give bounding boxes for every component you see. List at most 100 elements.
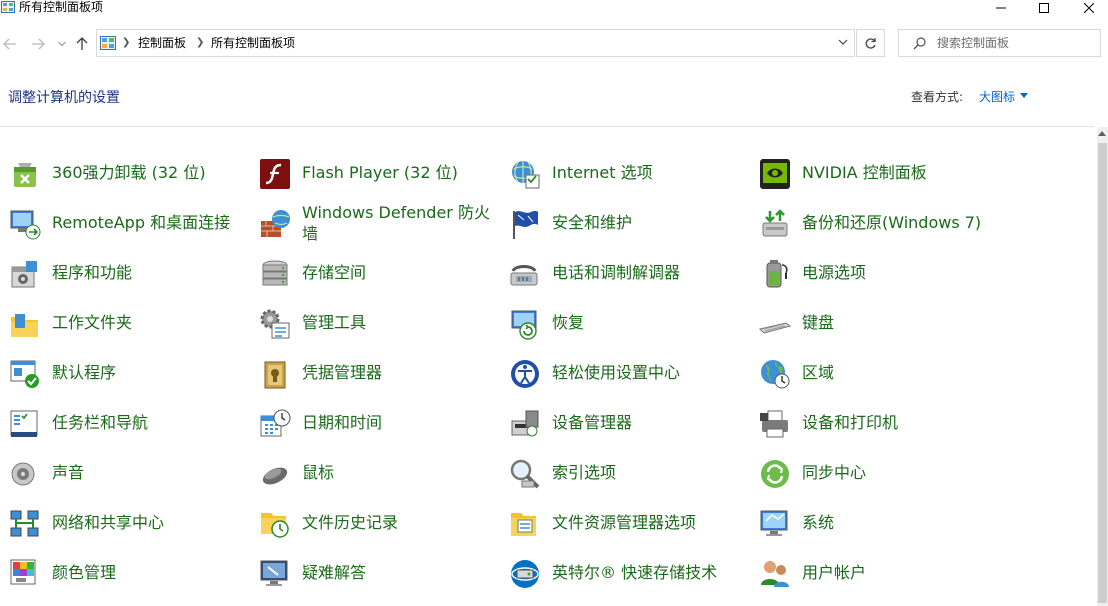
breadcrumb-separator-icon[interactable]: ❯ xyxy=(122,37,130,48)
minimize-button[interactable] xyxy=(978,0,1024,16)
control-panel-item[interactable]: 疑难解答 xyxy=(250,548,490,596)
file-history-icon xyxy=(261,513,289,538)
control-panel-icon xyxy=(1,1,15,13)
control-panel-item[interactable]: 声音 xyxy=(0,448,240,496)
control-panel-item[interactable]: 文件历史记录 xyxy=(250,498,490,546)
control-panel-item[interactable]: 同步中心 xyxy=(750,448,990,496)
control-panel-item-label: 安全和维护 xyxy=(552,213,633,232)
recent-locations-button[interactable] xyxy=(52,34,72,54)
divider xyxy=(0,126,1094,127)
control-panel-item[interactable]: RemoteApp 和桌面连接 xyxy=(0,198,240,246)
security-flag-icon xyxy=(513,210,538,239)
sound-icon xyxy=(11,462,35,486)
sync-icon xyxy=(761,460,789,488)
control-panel-item[interactable]: 日期和时间 xyxy=(250,398,490,446)
control-panel-item-label: 设备管理器 xyxy=(552,413,633,432)
control-panel-item-label: 系统 xyxy=(802,513,835,532)
control-panel-item[interactable]: 设备和打印机 xyxy=(750,398,990,446)
control-panel-icon xyxy=(100,36,116,50)
phone-modem-icon xyxy=(510,265,538,286)
taskbar-icon xyxy=(10,410,38,437)
title-bar: 所有控制面板项 xyxy=(0,0,1108,18)
scroll-up-icon[interactable] xyxy=(1098,131,1106,136)
control-panel-item[interactable]: 凭据管理器 xyxy=(250,348,490,396)
vertical-scrollbar[interactable] xyxy=(1097,127,1108,606)
maximize-button[interactable] xyxy=(1021,0,1067,16)
search-box[interactable] xyxy=(898,29,1101,57)
control-panel-item-label: 日期和时间 xyxy=(302,413,383,432)
control-panel-item[interactable]: 默认程序 xyxy=(0,348,240,396)
refresh-button[interactable] xyxy=(856,29,885,57)
breadcrumb-all-items[interactable]: 所有控制面板项 xyxy=(211,36,295,51)
control-panel-item-label: 鼠标 xyxy=(302,463,335,482)
control-panel-item-label: 凭据管理器 xyxy=(302,363,383,382)
control-panel-item[interactable]: 安全和维护 xyxy=(500,198,740,246)
control-panel-item-label: 疑难解答 xyxy=(302,563,367,582)
control-panel-item[interactable]: 文件资源管理器选项 xyxy=(500,498,740,546)
control-panel-item[interactable]: 管理工具 xyxy=(250,298,490,346)
control-panel-item[interactable]: 任务栏和导航 xyxy=(0,398,240,446)
control-panel-item[interactable]: 360强力卸载 (32 位) xyxy=(0,148,240,196)
control-panel-item[interactable]: Flash Player (32 位) xyxy=(250,148,490,196)
search-input[interactable] xyxy=(937,34,1087,52)
control-panel-item[interactable]: 系统 xyxy=(750,498,990,546)
caret-down-icon[interactable] xyxy=(1020,93,1028,98)
control-panel-item-label: 设备和打印机 xyxy=(802,413,899,432)
control-panel-item[interactable]: 恢复 xyxy=(500,298,740,346)
control-panel-item-label: 同步中心 xyxy=(802,463,867,482)
control-panel-item[interactable]: 程序和功能 xyxy=(0,248,240,296)
control-panel-item[interactable]: 网络和共享中心 xyxy=(0,498,240,546)
control-panel-item[interactable]: 轻松使用设置中心 xyxy=(500,348,740,396)
system-icon xyxy=(760,510,788,536)
address-bar[interactable]: ❯ 控制面板 ❯ 所有控制面板项 xyxy=(96,29,855,57)
close-button[interactable] xyxy=(1066,0,1108,16)
chevron-down-icon[interactable] xyxy=(838,38,848,46)
breadcrumb-separator-icon[interactable]: ❯ xyxy=(196,37,204,48)
control-panel-item[interactable]: 鼠标 xyxy=(250,448,490,496)
explorer-options-icon xyxy=(511,513,536,536)
breadcrumb-control-panel[interactable]: 控制面板 xyxy=(138,36,186,51)
control-panel-item-label: 文件资源管理器选项 xyxy=(552,513,697,532)
back-arrow-icon xyxy=(3,38,16,50)
forward-button[interactable] xyxy=(28,34,48,54)
scroll-thumb[interactable] xyxy=(1098,143,1107,603)
flash-icon xyxy=(260,159,290,189)
control-panel-item-label: 360强力卸载 (32 位) xyxy=(52,163,206,182)
backup-icon xyxy=(762,209,788,237)
search-icon xyxy=(913,37,926,50)
control-panel-item[interactable]: 区域 xyxy=(750,348,990,396)
control-panel-item[interactable]: 用户帐户 xyxy=(750,548,990,596)
up-button[interactable] xyxy=(72,34,92,54)
control-panel-item[interactable]: 电源选项 xyxy=(750,248,990,296)
admin-tools-icon xyxy=(260,309,290,339)
control-panel-item[interactable]: 工作文件夹 xyxy=(0,298,240,346)
control-panel-item[interactable]: 索引选项 xyxy=(500,448,740,496)
refresh-icon xyxy=(865,37,876,49)
control-panel-item[interactable]: NVIDIA 控制面板 xyxy=(750,148,990,196)
control-panel-item[interactable]: 键盘 xyxy=(750,298,990,346)
view-by-label: 查看方式: xyxy=(911,90,964,104)
control-panel-item[interactable]: 英特尔® 快速存储技术 xyxy=(500,548,740,596)
internet-options-icon xyxy=(512,161,540,189)
control-panel-item-label: Internet 选项 xyxy=(552,163,653,182)
control-panel-item[interactable]: 颜色管理 xyxy=(0,548,240,596)
control-panel-item[interactable]: 存储空间 xyxy=(250,248,490,296)
forward-arrow-icon xyxy=(32,38,45,50)
control-panel-item-label: 轻松使用设置中心 xyxy=(552,363,681,382)
control-panel-item[interactable]: 电话和调制解调器 xyxy=(500,248,740,296)
uninstall-icon xyxy=(14,163,36,187)
control-panel-item[interactable]: Internet 选项 xyxy=(500,148,740,196)
back-button[interactable] xyxy=(0,34,20,54)
chevron-down-icon xyxy=(58,41,66,47)
control-panel-item-label: 管理工具 xyxy=(302,313,367,332)
control-panel-item[interactable]: 设备管理器 xyxy=(500,398,740,446)
ease-of-access-icon xyxy=(511,360,539,388)
control-panel-item[interactable]: 备份和还原(Windows 7) xyxy=(750,198,990,246)
work-folders-icon xyxy=(11,314,38,337)
control-panel-item[interactable]: Windows Defender 防火墙 xyxy=(250,198,490,246)
firewall-icon xyxy=(261,210,290,237)
up-arrow-icon xyxy=(76,37,88,50)
control-panel-item-label: 颜色管理 xyxy=(52,563,117,582)
view-by-dropdown[interactable]: 大图标 xyxy=(979,88,1015,105)
troubleshooting-icon xyxy=(260,560,288,586)
